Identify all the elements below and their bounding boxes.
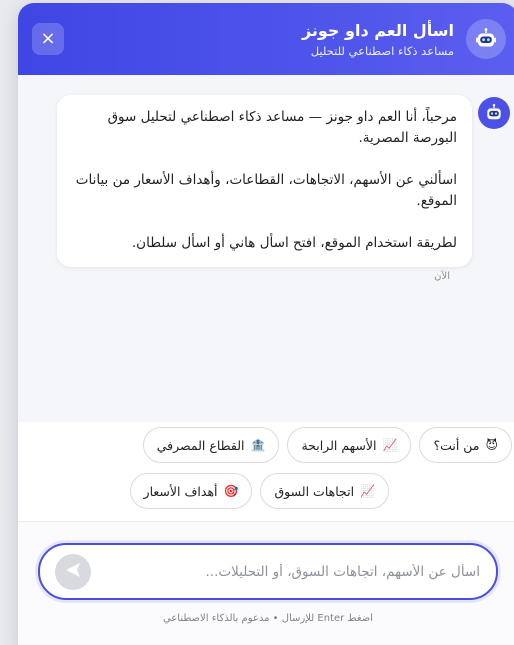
chip-label: أهداف الأسعار xyxy=(143,483,218,499)
chat-window: × اسأل العم داو جونز مساعد ذكاء اصطناعي … xyxy=(18,3,514,645)
message-line-capabilities: اسألني عن الأسهم، الاتجاهات، القطاعات، و… xyxy=(75,172,457,209)
chat-header: × اسأل العم داو جونز مساعد ذكاء اصطناعي … xyxy=(18,3,514,75)
send-button[interactable] xyxy=(55,553,91,590)
target-icon: 🎯 xyxy=(223,484,239,498)
chat-title: اسأل العم داو جونز xyxy=(301,20,454,40)
chart-up-icon: 📈 xyxy=(382,438,398,452)
message-input[interactable] xyxy=(101,563,480,580)
robot-icon xyxy=(478,97,510,129)
chip-banking-sector[interactable]: 🏦 القطاع المصرفي xyxy=(142,427,280,463)
header-text: اسأل العم داو جونز مساعد ذكاء اصطناعي لل… xyxy=(64,21,466,58)
robot-icon xyxy=(466,19,506,59)
chip-label: من أنت؟ xyxy=(433,437,480,453)
suggestion-chips: 😈 من أنت؟ 📈 الأسهم الرابحة 🏦 القطاع المص… xyxy=(18,422,514,522)
chart-up-icon: 📈 xyxy=(360,484,375,498)
message-input-box[interactable] xyxy=(38,543,498,600)
chip-label: الأسهم الرابحة xyxy=(301,437,377,453)
chip-label: اتجاهات السوق xyxy=(274,483,355,499)
chip-price-targets[interactable]: 🎯 أهداف الأسعار xyxy=(129,473,253,509)
chat-subtitle: مساعد ذكاء اصطناعي للتحليل xyxy=(310,43,454,58)
close-button[interactable]: × xyxy=(32,23,64,55)
chip-market-trends[interactable]: 📈 اتجاهات السوق xyxy=(260,473,389,509)
chip-who-are-you[interactable]: 😈 من أنت؟ xyxy=(419,427,512,463)
input-area: اضغط Enter للإرسال • مدعوم بالذكاء الاصط… xyxy=(18,522,514,645)
bot-message-bubble: مرحباً، أنا العم داو جونز — مساعد ذكاء ا… xyxy=(57,95,472,267)
suggestion-row: 😈 من أنت؟ 📈 الأسهم الرابحة 🏦 القطاع المص… xyxy=(18,427,512,463)
message-timestamp: الآن xyxy=(434,271,450,282)
suggestion-row: 📈 اتجاهات السوق 🎯 أهداف الأسعار xyxy=(18,473,389,509)
chip-label: القطاع المصرفي xyxy=(156,437,245,453)
message-line-help: لطريقة استخدام الموقع، افتح اسأل هاني أو… xyxy=(131,235,457,251)
messages-area[interactable]: مرحباً، أنا العم داو جونز — مساعد ذكاء ا… xyxy=(18,75,514,422)
bank-icon: 🏦 xyxy=(250,438,266,452)
close-icon: × xyxy=(40,28,56,49)
chip-top-gainers[interactable]: 📈 الأسهم الرابحة xyxy=(287,427,412,463)
devil-face-icon: 😈 xyxy=(485,438,498,452)
message-line-greeting: مرحباً، أنا العم داو جونز — مساعد ذكاء ا… xyxy=(107,109,457,146)
input-hint: اضغط Enter للإرسال • مدعوم بالذكاء الاصط… xyxy=(162,613,374,624)
send-arrow-icon xyxy=(63,560,83,584)
